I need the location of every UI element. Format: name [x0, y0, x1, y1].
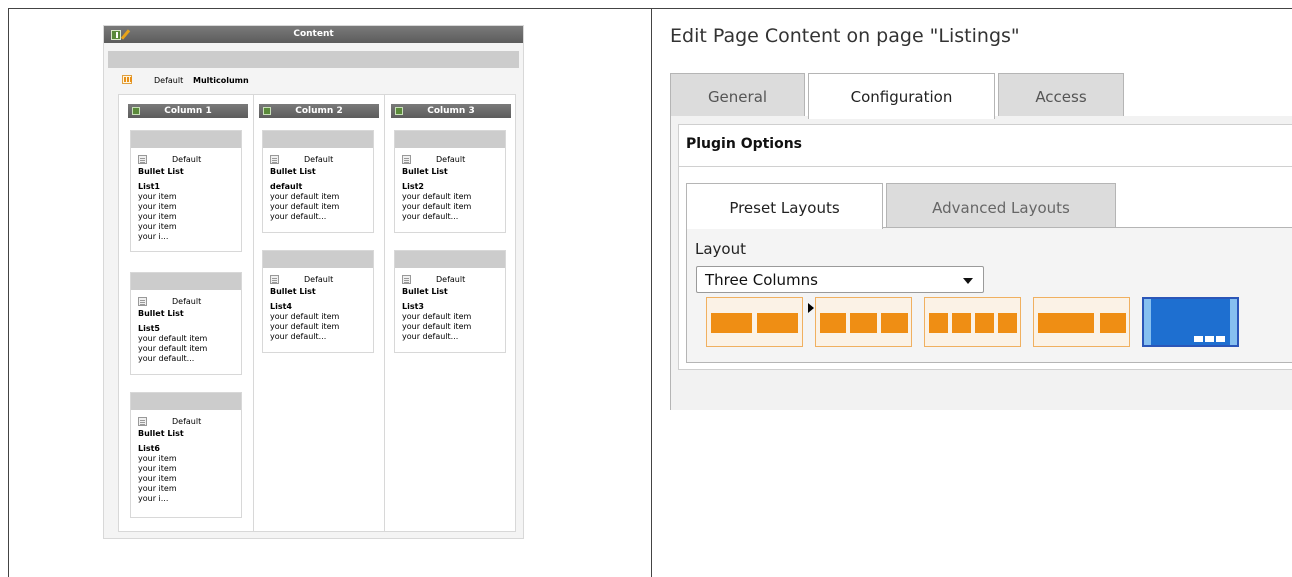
element-toolbar[interactable]	[131, 131, 241, 148]
frame-top-border	[8, 8, 1292, 9]
layout-select-value: Three Columns	[705, 271, 818, 289]
chevron-down-icon	[963, 278, 973, 284]
content-element[interactable]: Default Bullet List List2 your default i…	[394, 130, 506, 233]
element-type: Bullet List	[138, 167, 184, 176]
element-header: List6	[138, 444, 160, 453]
element-type: Bullet List	[270, 167, 316, 176]
content-element[interactable]: Default Bullet List List5 your default i…	[130, 272, 242, 375]
advanced-layout-icon[interactable]	[1142, 297, 1239, 347]
element-header: List4	[270, 302, 292, 311]
page-title: Edit Page Content on page "Listings"	[670, 25, 1020, 47]
content-header-title: Content	[293, 29, 334, 39]
bullet-list-icon	[138, 297, 147, 306]
element-toolbar[interactable]	[395, 131, 505, 148]
column-3-label: Column 3	[427, 106, 475, 116]
four-column-layout-icon[interactable]	[924, 297, 1021, 347]
tab-access[interactable]: Access	[998, 73, 1124, 117]
section-divider	[678, 166, 1292, 167]
element-body: your default item your default item your…	[270, 312, 340, 341]
tab-label: General	[707, 88, 768, 106]
content-element[interactable]: Default Bullet List List3 your default i…	[394, 250, 506, 353]
column-1-header[interactable]: Column 1	[128, 104, 248, 118]
tab-preset-layouts[interactable]: Preset Layouts	[686, 183, 883, 229]
element-header: List5	[138, 324, 160, 333]
element-toolbar[interactable]	[131, 273, 241, 290]
element-body: your default item your default item your…	[270, 192, 340, 221]
frame-left-border	[8, 8, 9, 577]
content-element[interactable]: Default Bullet List List1 your item your…	[130, 130, 242, 252]
tab-general[interactable]: General	[670, 73, 805, 117]
layout-label: Layout	[695, 240, 746, 258]
element-body: your item your item your item your item …	[138, 454, 177, 503]
element-language: Default	[304, 155, 334, 164]
tab-configuration[interactable]: Configuration	[808, 73, 995, 119]
element-toolbar[interactable]	[395, 251, 505, 268]
column-divider	[253, 95, 254, 531]
element-body: your item your item your item your item …	[138, 192, 177, 241]
bullet-list-icon	[402, 275, 411, 284]
column-divider	[384, 95, 385, 531]
multicolumn-language: Default	[154, 76, 184, 85]
element-language: Default	[172, 417, 202, 426]
selected-pointer-icon	[808, 303, 814, 313]
content-header: Content	[104, 26, 523, 43]
two-column-layout-icon[interactable]	[706, 297, 803, 347]
layout-select[interactable]: Three Columns	[696, 266, 984, 293]
bullet-list-icon	[138, 155, 147, 164]
element-language: Default	[436, 155, 466, 164]
element-language: Default	[304, 275, 334, 284]
element-type: Bullet List	[270, 287, 316, 296]
section-title: Plugin Options	[686, 136, 803, 152]
multicolumn-container: Column 1 Column 2 Column 3 Default Bulle…	[118, 94, 516, 532]
element-type: Bullet List	[138, 309, 184, 318]
element-type: Bullet List	[402, 287, 448, 296]
content-element[interactable]: Default Bullet List default your default…	[262, 130, 374, 233]
tab-label: Configuration	[850, 88, 953, 106]
content-element[interactable]: Default Bullet List List6 your item your…	[130, 392, 242, 518]
element-toolbar[interactable]	[131, 393, 241, 410]
content-element[interactable]: Default Bullet List List4 your default i…	[262, 250, 374, 353]
column-2-header[interactable]: Column 2	[259, 104, 379, 118]
page-content-panel: Content Default Multicolumn Column 1 Col…	[103, 25, 524, 539]
element-body: your default item your default item your…	[402, 192, 472, 221]
element-header: List3	[402, 302, 424, 311]
element-header: List2	[402, 182, 424, 191]
multicolumn-type: Multicolumn	[193, 76, 249, 85]
element-language: Default	[436, 275, 466, 284]
multicolumn-toolbar[interactable]	[108, 51, 519, 68]
subtab-label: Preset Layouts	[729, 199, 840, 217]
element-header: default	[270, 182, 303, 191]
bullet-list-icon	[270, 275, 279, 284]
column-2-label: Column 2	[295, 106, 343, 116]
subtab-label: Advanced Layouts	[932, 199, 1070, 217]
element-toolbar[interactable]	[263, 131, 373, 148]
element-toolbar[interactable]	[263, 251, 373, 268]
bullet-list-icon	[138, 417, 147, 426]
bullet-list-icon	[402, 155, 411, 164]
element-header: List1	[138, 182, 160, 191]
bullet-list-icon	[270, 155, 279, 164]
three-column-layout-icon[interactable]	[815, 297, 912, 347]
element-type: Bullet List	[138, 429, 184, 438]
tab-advanced-layouts[interactable]: Advanced Layouts	[886, 183, 1116, 227]
element-type: Bullet List	[402, 167, 448, 176]
element-language: Default	[172, 297, 202, 306]
element-body: your default item your default item your…	[138, 334, 208, 363]
frame-divider	[651, 8, 652, 577]
tab-label: Access	[1035, 88, 1087, 106]
multicolumn-icon	[122, 75, 132, 84]
element-body: your default item your default item your…	[402, 312, 472, 341]
element-language: Default	[172, 155, 202, 164]
main-tabs: General Configuration Access	[670, 73, 1292, 119]
column-3-header[interactable]: Column 3	[391, 104, 511, 118]
column-1-label: Column 1	[164, 106, 212, 116]
wide-narrow-layout-icon[interactable]	[1033, 297, 1130, 347]
